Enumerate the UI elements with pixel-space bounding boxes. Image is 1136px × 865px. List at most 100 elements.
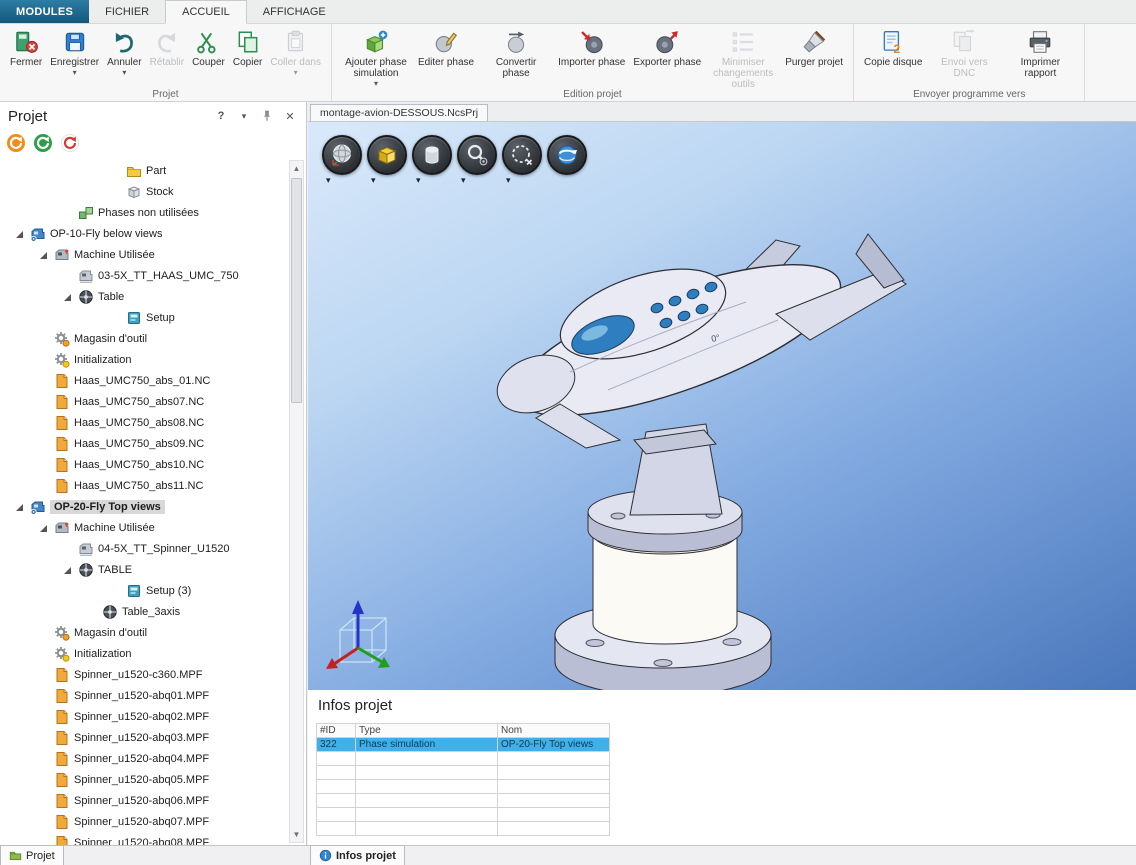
chevron-down-icon[interactable]: ▾ xyxy=(236,108,252,124)
status-tab-infos-projet[interactable]: Infos projet xyxy=(310,845,405,865)
viewport-3d[interactable]: 0° ▾▾▾▾▾ xyxy=(308,122,1136,690)
minimiser-changements-outils-button[interactable]: Minimiser changements outils xyxy=(706,27,780,92)
expander-icon[interactable] xyxy=(38,517,52,538)
annuler-button[interactable]: Annuler▾ xyxy=(104,27,144,79)
tree-item[interactable]: Setup (3) xyxy=(0,580,288,601)
exporter-phase-button[interactable]: Exporter phase xyxy=(630,27,704,70)
copie-disque-button[interactable]: 2Copie disque xyxy=(861,27,925,70)
tree-item[interactable]: Haas_UMC750_abs09.NC xyxy=(0,433,288,454)
infos-panel: Infos projet #IDTypeNom322Phase simulati… xyxy=(308,690,1136,845)
couper-button[interactable]: Couper xyxy=(189,27,228,70)
expander-spacer xyxy=(38,475,52,496)
convertir-phase-button[interactable]: Convertir phase xyxy=(479,27,553,81)
tree-item[interactable]: Setup xyxy=(0,307,288,328)
tab-modules[interactable]: MODULES xyxy=(0,0,89,23)
table-row[interactable] xyxy=(317,808,610,822)
tree-item[interactable]: Table_3axis xyxy=(0,601,288,622)
tree-item[interactable]: TABLE xyxy=(0,559,288,580)
expander-spacer xyxy=(38,748,52,769)
expander-icon[interactable] xyxy=(62,286,76,307)
expander-icon[interactable] xyxy=(14,496,28,517)
tree-item[interactable]: Spinner_u1520-abq01.MPF xyxy=(0,685,288,706)
tree-item[interactable]: OP-20-Fly Top views xyxy=(0,496,288,517)
table-cell xyxy=(317,766,356,780)
edit-phase-icon xyxy=(433,29,459,55)
copier-button[interactable]: Copier xyxy=(230,27,265,70)
button-label: Copie disque xyxy=(864,57,922,68)
tree-item[interactable]: Haas_UMC750_abs10.NC xyxy=(0,454,288,475)
tree-item[interactable]: Table xyxy=(0,286,288,307)
tree-item[interactable]: Spinner_u1520-abq04.MPF xyxy=(0,748,288,769)
retablir-button[interactable]: Rétablir xyxy=(147,27,187,70)
tree-item[interactable]: 03-5X_TT_HAAS_UMC_750 xyxy=(0,265,288,286)
expander-icon[interactable] xyxy=(38,244,52,265)
tree-item[interactable]: Machine Utilisée xyxy=(0,244,288,265)
selection-tools-button[interactable]: ▾ xyxy=(502,135,547,186)
tree-item[interactable]: Spinner_u1520-abq08.MPF xyxy=(0,832,288,845)
fermer-button[interactable]: Fermer xyxy=(7,27,45,70)
tree-item[interactable]: Initialization xyxy=(0,349,288,370)
coller-dans-button[interactable]: Coller dans▾ xyxy=(267,27,324,79)
tree-item[interactable]: Initialization xyxy=(0,643,288,664)
tree-item[interactable]: 04-5X_TT_Spinner_U1520 xyxy=(0,538,288,559)
tree-item[interactable]: Spinner_u1520-abq03.MPF xyxy=(0,727,288,748)
rotate-view-button[interactable] xyxy=(547,135,592,186)
tab-fichier[interactable]: FICHIER xyxy=(89,0,165,23)
tab-affichage[interactable]: AFFICHAGE xyxy=(247,0,342,23)
expander-icon[interactable] xyxy=(62,559,76,580)
expander-spacer xyxy=(38,349,52,370)
scroll-up-icon[interactable]: ▲ xyxy=(290,161,303,176)
status-tab-projet[interactable]: Projet xyxy=(0,845,64,865)
table-row[interactable] xyxy=(317,794,610,808)
project-refresh-orange-button[interactable] xyxy=(6,133,26,153)
tree-item[interactable]: Phases non utilisées xyxy=(0,202,288,223)
cylinder-gray-icon xyxy=(412,135,452,175)
tree-item[interactable]: Machine Utilisée xyxy=(0,517,288,538)
importer-phase-button[interactable]: Importer phase xyxy=(555,27,628,70)
tree-item[interactable]: Spinner_u1520-abq07.MPF xyxy=(0,811,288,832)
expander-spacer xyxy=(86,601,100,622)
tab-accueil[interactable]: ACCUEIL xyxy=(165,0,247,24)
tree-item[interactable]: Magasin d'outil xyxy=(0,622,288,643)
export-phase-icon xyxy=(654,29,680,55)
tree-item[interactable]: Haas_UMC750_abs11.NC xyxy=(0,475,288,496)
close-icon[interactable]: ✕ xyxy=(282,108,298,124)
imprimer-rapport-button[interactable]: Imprimer rapport xyxy=(1003,27,1077,81)
pin-icon[interactable] xyxy=(259,108,275,124)
editer-phase-button[interactable]: Editer phase xyxy=(415,27,477,70)
enregistrer-button[interactable]: Enregistrer▾ xyxy=(47,27,102,79)
tree-item[interactable]: Magasin d'outil xyxy=(0,328,288,349)
table-row[interactable] xyxy=(317,822,610,836)
table-row[interactable] xyxy=(317,766,610,780)
table-row[interactable]: 322Phase simulationOP-20-Fly Top views xyxy=(317,738,610,752)
purger-projet-button[interactable]: Purger projet xyxy=(782,27,846,70)
zoom-tools-button[interactable]: ▾ xyxy=(457,135,502,186)
tree-item[interactable]: Spinner_u1520-abq02.MPF xyxy=(0,706,288,727)
project-refresh-red-button[interactable] xyxy=(60,133,80,153)
tree-item[interactable]: Stock xyxy=(0,181,288,202)
table-row[interactable] xyxy=(317,752,610,766)
tree-item[interactable]: Spinner_u1520-c360.MPF xyxy=(0,664,288,685)
stock-display-button[interactable]: ▾ xyxy=(367,135,412,186)
tree-item[interactable]: Haas_UMC750_abs07.NC xyxy=(0,391,288,412)
gear-tools-icon xyxy=(52,331,72,347)
tree-item[interactable]: Part xyxy=(0,160,288,181)
scroll-down-icon[interactable]: ▼ xyxy=(290,827,303,842)
tree-item[interactable]: Spinner_u1520-abq05.MPF xyxy=(0,769,288,790)
view-orientation-button[interactable]: ▾ xyxy=(322,135,367,186)
project-refresh-green-button[interactable] xyxy=(33,133,53,153)
tree-item[interactable]: OP-10-Fly below views xyxy=(0,223,288,244)
envoi-vers-dnc-button[interactable]: Envoi vers DNC xyxy=(927,27,1001,81)
ajouter-phase-simulation-button[interactable]: Ajouter phase simulation▾ xyxy=(339,27,413,90)
ribbon-group: Ajouter phase simulation▾Editer phaseCon… xyxy=(332,24,854,101)
document-tab[interactable]: montage-avion-DESSOUS.NcsPrj xyxy=(310,104,488,121)
tree-item[interactable]: Haas_UMC750_abs_01.NC xyxy=(0,370,288,391)
expander-icon[interactable] xyxy=(14,223,28,244)
tree-scrollbar[interactable]: ▲ ▼ xyxy=(289,160,304,843)
tree-item[interactable]: Spinner_u1520-abq06.MPF xyxy=(0,790,288,811)
table-row[interactable] xyxy=(317,780,610,794)
part-display-button[interactable]: ▾ xyxy=(412,135,457,186)
tree-item[interactable]: Haas_UMC750_abs08.NC xyxy=(0,412,288,433)
scrollbar-thumb[interactable] xyxy=(291,178,302,403)
help-icon[interactable]: ? xyxy=(213,108,229,124)
